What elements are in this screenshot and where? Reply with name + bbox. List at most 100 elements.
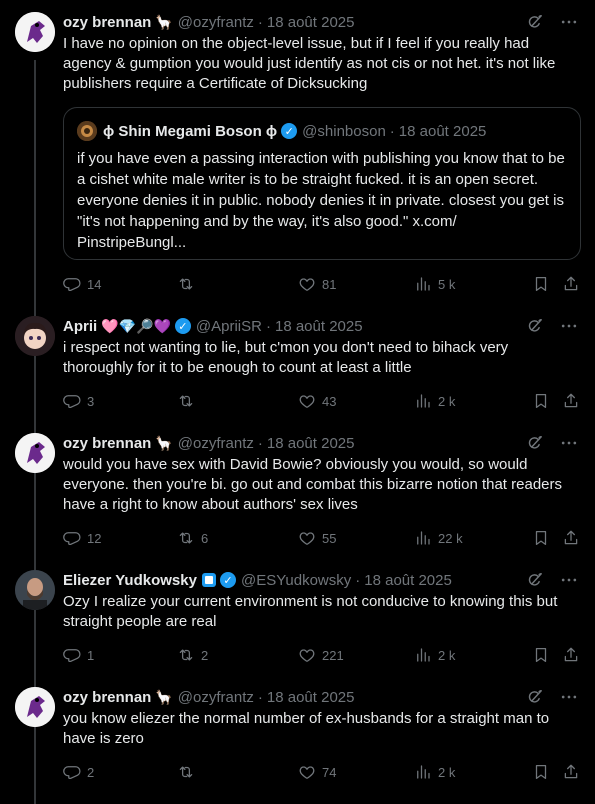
author-handle[interactable]: @ozyfrantz bbox=[178, 14, 254, 31]
author-name[interactable]: Aprii bbox=[63, 318, 97, 335]
quote-text: if you have even a passing interaction w… bbox=[77, 150, 565, 251]
like-button[interactable]: 81 bbox=[298, 274, 336, 294]
share-icon bbox=[562, 275, 580, 293]
reply-button[interactable]: 14 bbox=[63, 274, 101, 294]
author-name[interactable]: Eliezer Yudkowsky bbox=[63, 572, 197, 589]
tweet-text: I have no opinion on the object-level is… bbox=[63, 35, 556, 92]
timestamp[interactable]: 18 août 2025 bbox=[364, 572, 452, 589]
author-name[interactable]: ozy brennan bbox=[63, 689, 151, 706]
avatar[interactable] bbox=[15, 12, 55, 52]
bookmark-button[interactable] bbox=[532, 645, 550, 665]
author-handle[interactable]: @ozyfrantz bbox=[178, 689, 254, 706]
repost-button[interactable] bbox=[177, 762, 201, 782]
view-count: 2 k bbox=[438, 393, 456, 409]
view-count: 2 k bbox=[438, 647, 456, 663]
reply-icon bbox=[63, 529, 81, 547]
like-button[interactable]: 74 bbox=[298, 762, 336, 782]
like-count: 74 bbox=[322, 764, 337, 780]
grok-icon[interactable] bbox=[525, 316, 545, 336]
share-button[interactable] bbox=[562, 645, 580, 665]
like-count: 55 bbox=[322, 530, 337, 546]
reply-icon bbox=[63, 646, 81, 664]
like-count: 43 bbox=[322, 393, 337, 409]
share-button[interactable] bbox=[562, 391, 580, 411]
tweet-text: would you have sex with David Bowie? obv… bbox=[63, 456, 562, 513]
grok-icon[interactable] bbox=[525, 12, 545, 32]
reply-icon bbox=[63, 275, 81, 293]
view-count: 22 k bbox=[438, 530, 463, 546]
bookmark-button[interactable] bbox=[532, 762, 550, 782]
bookmark-button[interactable] bbox=[532, 391, 550, 411]
share-icon bbox=[562, 392, 580, 410]
avatar[interactable] bbox=[15, 687, 55, 727]
views-button[interactable]: 2 k bbox=[414, 391, 455, 411]
views-button[interactable]: 22 k bbox=[414, 528, 463, 548]
share-button[interactable] bbox=[562, 274, 580, 294]
tweet-text: i respect not wanting to lie, but c'mon … bbox=[63, 339, 509, 376]
separator: · bbox=[389, 122, 395, 140]
author-handle[interactable]: @ESYudkowsky bbox=[241, 572, 351, 589]
views-icon bbox=[414, 763, 432, 781]
timestamp[interactable]: 18 août 2025 bbox=[267, 14, 355, 31]
author-handle[interactable]: @ozyfrantz bbox=[178, 435, 254, 452]
reply-button[interactable]: 12 bbox=[63, 528, 101, 548]
tweet-text: you know eliezer the normal number of ex… bbox=[63, 710, 550, 747]
reply-button[interactable]: 1 bbox=[63, 645, 94, 665]
separator: · bbox=[265, 317, 271, 335]
author-handle[interactable]: @ApriiSR bbox=[196, 318, 262, 335]
repost-icon bbox=[177, 275, 195, 293]
avatar[interactable] bbox=[15, 433, 55, 473]
views-icon bbox=[414, 275, 432, 293]
share-button[interactable] bbox=[562, 762, 580, 782]
more-icon[interactable] bbox=[559, 687, 579, 707]
bookmark-button[interactable] bbox=[532, 528, 550, 548]
like-icon bbox=[298, 646, 316, 664]
more-icon[interactable] bbox=[559, 570, 579, 590]
timestamp[interactable]: 18 août 2025 bbox=[267, 435, 355, 452]
bookmark-button[interactable] bbox=[532, 274, 550, 294]
separator: · bbox=[257, 434, 263, 452]
repost-icon bbox=[177, 646, 195, 664]
reply-icon bbox=[63, 763, 81, 781]
views-button[interactable]: 5 k bbox=[414, 274, 455, 294]
quote-timestamp: 18 août 2025 bbox=[398, 122, 487, 140]
like-button[interactable]: 55 bbox=[298, 528, 336, 548]
bookmark-icon bbox=[532, 763, 550, 781]
like-icon bbox=[298, 392, 316, 410]
views-button[interactable]: 2 k bbox=[414, 645, 455, 665]
verified-icon: ✓ bbox=[174, 318, 191, 334]
more-icon[interactable] bbox=[559, 12, 579, 32]
repost-button[interactable]: 2 bbox=[177, 645, 208, 665]
reply-count: 14 bbox=[87, 276, 102, 292]
repost-button[interactable] bbox=[177, 274, 201, 294]
repost-button[interactable]: 6 bbox=[177, 528, 208, 548]
grok-icon[interactable] bbox=[525, 433, 545, 453]
views-button[interactable]: 2 k bbox=[414, 762, 455, 782]
author-name[interactable]: ozy brennan bbox=[63, 435, 151, 452]
reply-button[interactable]: 3 bbox=[63, 391, 94, 411]
view-count: 5 k bbox=[438, 276, 456, 292]
name-emoji: 🦙 bbox=[155, 435, 173, 451]
timestamp[interactable]: 18 août 2025 bbox=[275, 318, 363, 335]
more-icon[interactable] bbox=[559, 433, 579, 453]
name-emoji: 🦙 bbox=[155, 689, 173, 705]
repost-icon bbox=[177, 392, 195, 410]
like-button[interactable]: 221 bbox=[298, 645, 344, 665]
share-button[interactable] bbox=[562, 528, 580, 548]
repost-button[interactable] bbox=[177, 391, 201, 411]
more-icon[interactable] bbox=[559, 316, 579, 336]
avatar[interactable] bbox=[15, 570, 55, 610]
repost-icon bbox=[177, 529, 195, 547]
like-button[interactable]: 43 bbox=[298, 391, 336, 411]
author-name[interactable]: ozy brennan bbox=[63, 14, 151, 31]
verified-icon: ✓ bbox=[281, 123, 298, 139]
timestamp[interactable]: 18 août 2025 bbox=[267, 689, 355, 706]
grok-icon[interactable] bbox=[525, 570, 545, 590]
reply-button[interactable]: 2 bbox=[63, 762, 94, 782]
avatar[interactable] bbox=[15, 316, 55, 356]
separator: · bbox=[257, 13, 263, 31]
reply-count: 2 bbox=[87, 764, 95, 780]
quote-tweet[interactable]: ɸ Shin Megami Boson ɸ ✓ @shinboson · 18 … bbox=[63, 107, 581, 260]
like-count: 81 bbox=[322, 276, 337, 292]
grok-icon[interactable] bbox=[525, 687, 545, 707]
